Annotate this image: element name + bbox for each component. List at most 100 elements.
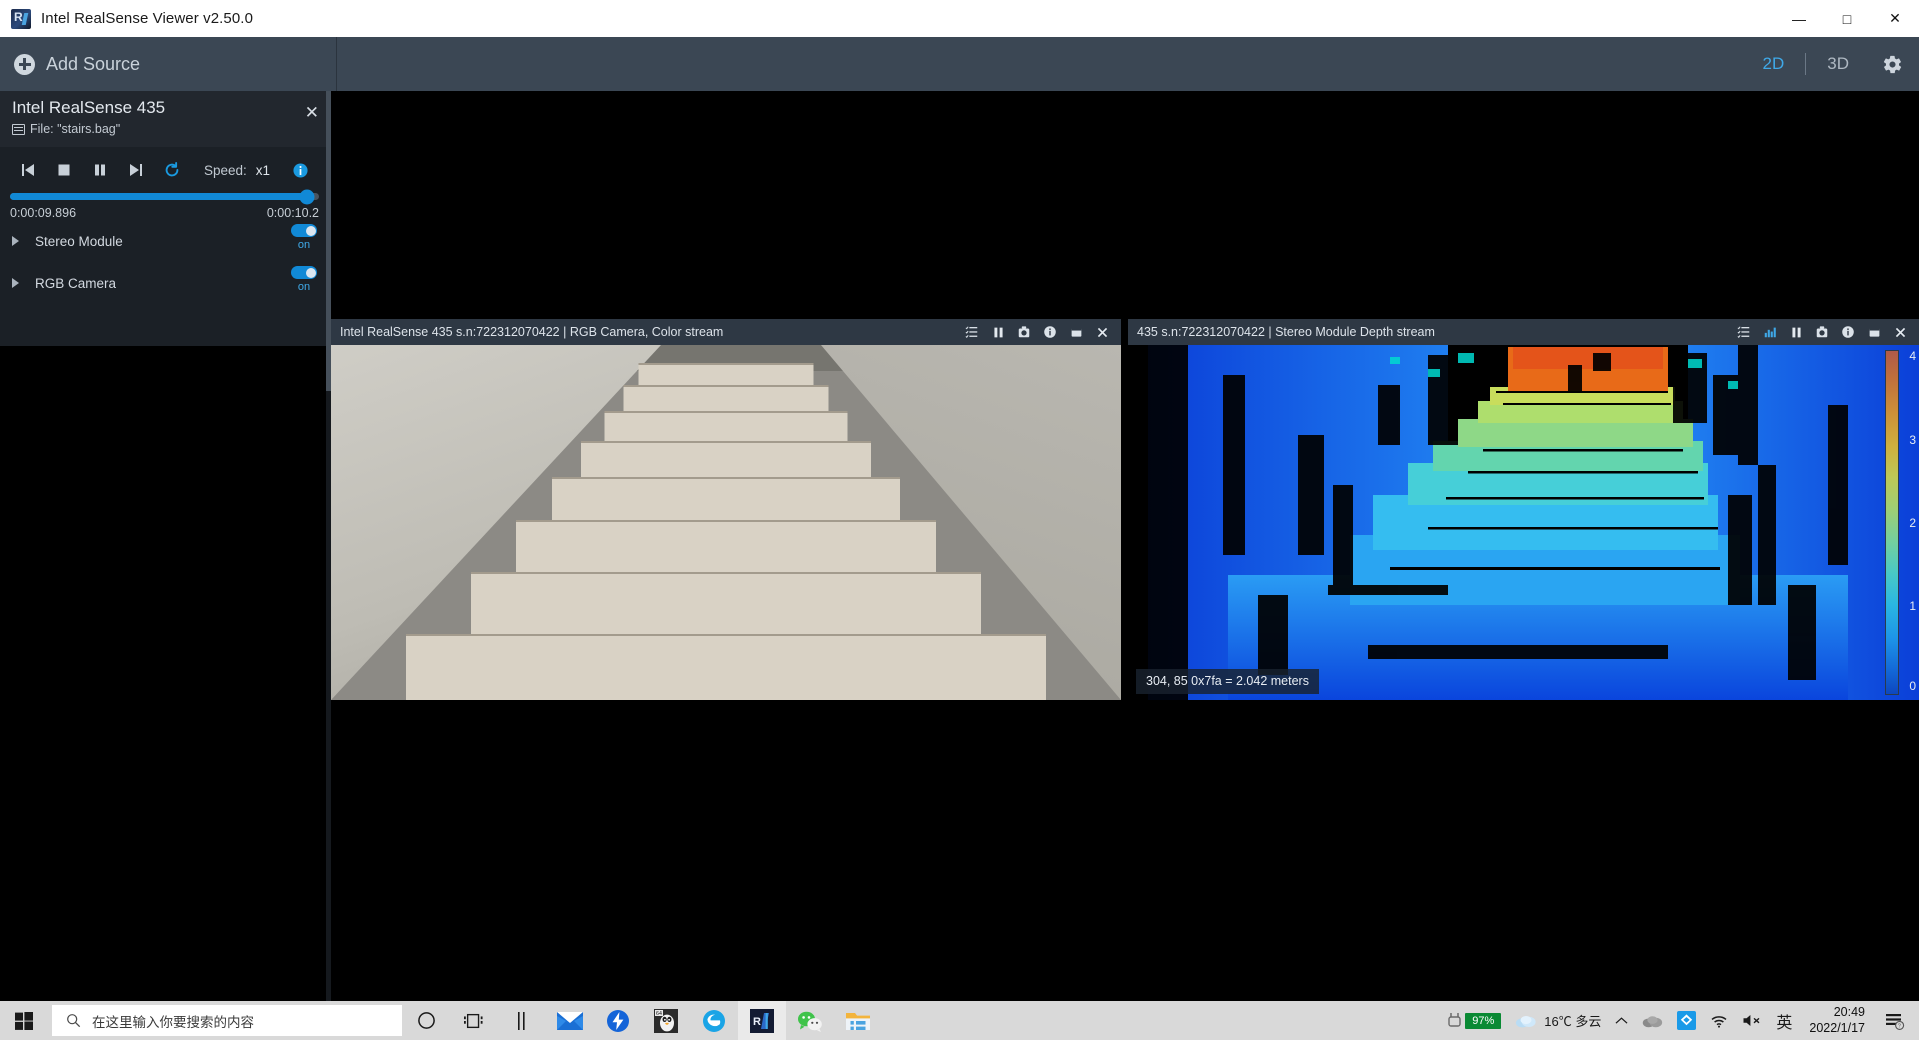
colorbar-tick: 2 (1909, 516, 1916, 530)
sidebar-item-stereo-module[interactable]: Stereo Module on (0, 220, 329, 262)
stair-step (471, 572, 981, 634)
close-button[interactable]: ✕ (1871, 0, 1919, 37)
notifications-button[interactable]: ? (1875, 1001, 1915, 1040)
histogram-chart-icon[interactable] (1757, 319, 1783, 345)
ime-language-indicator[interactable]: 英 (1769, 1001, 1799, 1040)
battery-status[interactable]: 97% (1440, 1001, 1508, 1040)
clock-time: 20:49 (1833, 1004, 1865, 1019)
device-panel: Intel RealSense 435 File: "stairs.bag" ✕ (0, 91, 330, 346)
seek-track[interactable] (10, 189, 319, 204)
battery-charging-icon (1448, 1012, 1461, 1027)
info-circle-icon[interactable] (1835, 319, 1861, 345)
minimize-button[interactable]: — (1775, 0, 1823, 37)
file-explorer-icon[interactable] (834, 1001, 882, 1040)
skip-to-end-button[interactable] (118, 153, 154, 187)
show-hidden-icons-button[interactable] (1608, 1001, 1635, 1040)
wsl-tux-icon[interactable]: 64 (642, 1001, 690, 1040)
skip-previous-icon (22, 164, 34, 176)
search-input[interactable]: 在这里输入你要搜索的内容 (52, 1005, 402, 1036)
film-strip-icon (12, 123, 25, 135)
onedrive-icon[interactable] (1635, 1001, 1670, 1040)
window-title-bar: Intel RealSense Viewer v2.50.0 — □ ✕ (0, 0, 1919, 37)
task-view-icon[interactable] (450, 1001, 498, 1040)
weather-widget[interactable]: 16℃ 多云 (1508, 1001, 1608, 1040)
playback-info-button[interactable] (292, 162, 309, 179)
playback-controls: Speed: x1 (0, 147, 329, 193)
maximize-panel-icon[interactable] (1063, 319, 1089, 345)
stream-body-depth[interactable]: 4 3 2 1 0 304, 85 0x7fa = 2.042 meters (1128, 345, 1919, 700)
svg-text:?: ? (1898, 1023, 1901, 1029)
pause-icon[interactable] (1783, 319, 1809, 345)
edge-icon[interactable] (690, 1001, 738, 1040)
svg-text:64: 64 (656, 1011, 662, 1017)
pause-button[interactable] (82, 153, 118, 187)
realsense-viewer-icon[interactable]: R (738, 1001, 786, 1040)
clock[interactable]: 20:49 2022/1/17 (1799, 1001, 1875, 1040)
depth-stream-image[interactable]: 4 3 2 1 0 304, 85 0x7fa = 2.042 meters (1128, 345, 1919, 700)
speed-label: Speed: (204, 162, 247, 178)
colorbar-tick: 1 (1909, 599, 1916, 613)
cortana-icon[interactable] (402, 1001, 450, 1040)
device-file-label: File: "stairs.bag" (30, 122, 121, 136)
metadata-list-icon[interactable] (1731, 319, 1757, 345)
snapshot-camera-icon[interactable] (1809, 319, 1835, 345)
close-stream-icon[interactable] (1089, 319, 1115, 345)
total-time: 0:00:10.2 (266, 206, 319, 220)
toggle-switch[interactable] (291, 224, 317, 237)
toggle-switch[interactable] (291, 266, 317, 279)
mail-icon[interactable] (546, 1001, 594, 1040)
close-stream-icon[interactable] (1887, 319, 1913, 345)
skip-to-start-button[interactable] (10, 153, 46, 187)
wechat-icon[interactable] (786, 1001, 834, 1040)
color-stream-image[interactable] (331, 345, 1121, 700)
view-mode-switch: 2D 3D (1746, 53, 1919, 75)
view-mode-separator (1805, 53, 1807, 75)
speed-value[interactable]: x1 (256, 163, 270, 178)
stair-step (623, 385, 829, 411)
maximize-button[interactable]: □ (1823, 0, 1871, 37)
cloud-icon (1516, 1015, 1536, 1027)
toggle-state-label: on (297, 281, 311, 293)
tab-2d[interactable]: 2D (1746, 54, 1802, 74)
rgb-camera-toggle[interactable]: on (291, 266, 317, 293)
pause-icon[interactable] (985, 319, 1011, 345)
clock-date: 2022/1/17 (1809, 1020, 1865, 1035)
stream-title: 435 s.n:722312070422 | Stereo Module Dep… (1137, 325, 1435, 339)
add-source-button[interactable]: Add Source (0, 37, 336, 91)
stair-step (406, 634, 1046, 700)
start-button[interactable] (0, 1001, 48, 1040)
bolt-app-icon[interactable] (594, 1001, 642, 1040)
depth-colorbar (1885, 350, 1899, 695)
add-source-label: Add Source (46, 53, 141, 74)
window-split-icon[interactable] (498, 1001, 546, 1040)
colorbar-tick: 0 (1909, 679, 1916, 693)
info-circle-icon[interactable] (1037, 319, 1063, 345)
seek-fill (10, 193, 307, 200)
maximize-panel-icon[interactable] (1861, 319, 1887, 345)
stereo-module-toggle[interactable]: on (291, 224, 317, 251)
stream-body-rgb[interactable] (331, 345, 1121, 700)
settings-button[interactable] (1882, 54, 1903, 75)
triangle-right-icon[interactable] (12, 236, 19, 246)
toggle-state-label: on (297, 239, 311, 251)
triangle-right-icon[interactable] (12, 278, 19, 288)
sidebar-item-rgb-camera[interactable]: RGB Camera on (0, 262, 329, 304)
pause-bars-icon (95, 164, 105, 176)
search-magnifier-icon (67, 1014, 81, 1028)
metadata-list-icon[interactable] (959, 319, 985, 345)
sensor-label: RGB Camera (35, 275, 117, 291)
device-close-button[interactable]: ✕ (305, 104, 319, 121)
repeat-button[interactable] (154, 153, 190, 187)
gear-icon (1883, 55, 1902, 73)
tab-3d[interactable]: 3D (1810, 54, 1866, 74)
stop-button[interactable] (46, 153, 82, 187)
plus-circle-icon (14, 53, 35, 75)
seek-handle[interactable] (299, 189, 315, 204)
wifi-icon[interactable] (1703, 1001, 1735, 1040)
snapshot-camera-icon[interactable] (1011, 319, 1037, 345)
seek-bar[interactable] (0, 189, 329, 204)
window-title: Intel RealSense Viewer v2.50.0 (41, 10, 254, 27)
volume-muted-icon[interactable] (1735, 1001, 1769, 1040)
blue-square-app-icon[interactable] (1670, 1001, 1703, 1040)
stream-panel-rgb: Intel RealSense 435 s.n:722312070422 | R… (331, 319, 1121, 700)
